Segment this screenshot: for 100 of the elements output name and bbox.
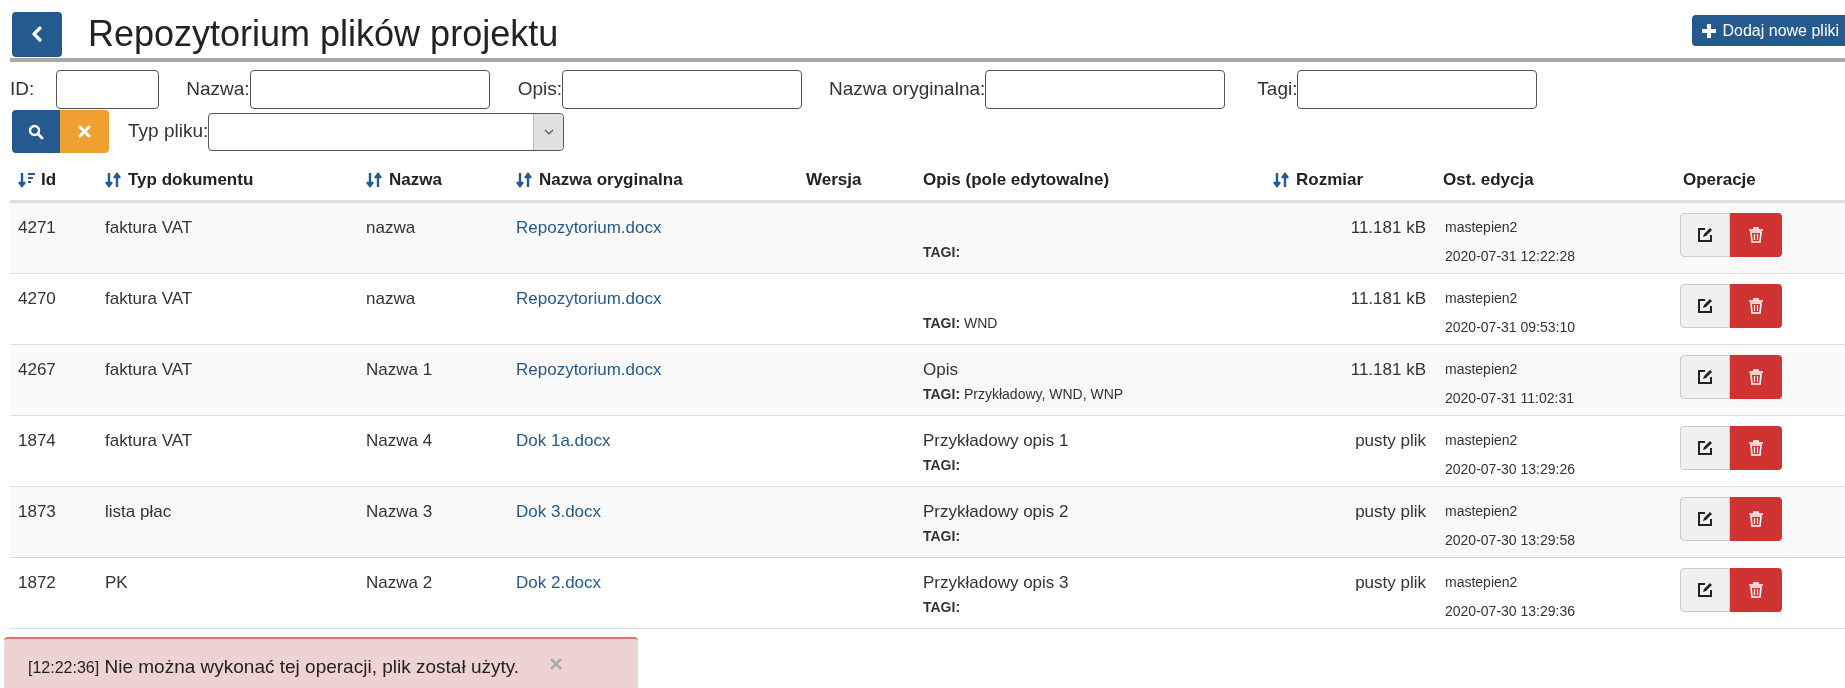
alert-message: [12:22:36] Nie można wykonać tej operacji, plik został użyty. — [28, 655, 520, 679]
sort-icon[interactable] — [516, 172, 533, 188]
file-size: pusty plik — [1355, 573, 1426, 592]
column-header[interactable]: Id — [41, 167, 57, 193]
table-cell: 4267 — [18, 360, 56, 379]
table-cell: faktura VAT — [105, 431, 193, 450]
description-text: Opis — [923, 359, 959, 381]
table-cell: Nazwa 2 — [366, 573, 433, 592]
table-cell: PK — [105, 573, 128, 592]
editor-name: mastepien2 — [1445, 360, 1519, 379]
column-header[interactable]: Nazwa — [389, 167, 442, 193]
search-button[interactable] — [12, 110, 60, 153]
back-button[interactable] — [12, 11, 62, 57]
edit-date: 2020-07-30 13:29:36 — [1445, 602, 1576, 621]
table-cell: Nazwa 1 — [366, 360, 433, 379]
search-icon — [28, 123, 44, 140]
table-cell: 4271 — [18, 218, 56, 237]
edit-button[interactable] — [1680, 497, 1730, 541]
tags-text: TAGI: — [923, 243, 962, 261]
sort-icon[interactable] — [366, 172, 383, 188]
file-link[interactable]: Repozytorium.docx — [516, 360, 662, 379]
filter-label: Opis: — [517, 76, 562, 101]
filter-input[interactable] — [985, 69, 1226, 109]
file-link[interactable]: Repozytorium.docx — [516, 218, 662, 237]
edit-button[interactable] — [1680, 213, 1730, 257]
file-type-select[interactable] — [208, 112, 565, 151]
chevron-down-icon — [543, 128, 554, 135]
table-cell: lista płac — [105, 502, 172, 521]
sort-icon[interactable] — [1273, 172, 1290, 188]
editor-name: mastepien2 — [1445, 289, 1519, 308]
filter-label: Nazwa oryginalna: — [829, 76, 986, 101]
trash-icon — [1749, 511, 1763, 527]
table-cell: 1874 — [18, 431, 56, 450]
file-link[interactable]: Dok 2.docx — [516, 573, 602, 592]
description-text: Przykładowy opis 1 — [923, 430, 1070, 452]
table-cell: 1872 — [18, 573, 56, 592]
file-size: 11.181 kB — [1350, 218, 1426, 237]
edit-date: 2020-07-31 11:02:31 — [1445, 389, 1575, 408]
trash-icon — [1749, 582, 1763, 598]
column-header[interactable]: Rozmiar — [1296, 167, 1364, 193]
filter-label: Typ pliku: — [128, 119, 209, 144]
filter-label: Nazwa: — [186, 76, 250, 101]
trash-icon — [1749, 369, 1763, 385]
plus-icon — [1702, 23, 1717, 38]
tags-text: TAGI: — [923, 456, 962, 474]
tags-text: TAGI: — [923, 527, 962, 545]
edit-icon — [1697, 440, 1713, 456]
description-text: Przykładowy opis 2 — [923, 501, 1070, 523]
trash-icon — [1749, 298, 1763, 314]
edit-date: 2020-07-31 09:53:10 — [1445, 318, 1576, 337]
filter-input[interactable] — [249, 69, 490, 109]
editor-name: mastepien2 — [1445, 218, 1519, 237]
edit-icon — [1697, 369, 1713, 385]
table-cell: nazwa — [366, 289, 416, 308]
file-size: 11.181 kB — [1350, 289, 1426, 308]
chevron-left-icon — [31, 26, 43, 42]
add-files-button[interactable]: Dodaj nowe pliki — [1692, 15, 1845, 46]
sort-descending-icon[interactable] — [18, 172, 35, 188]
file-size: 11.181 kB — [1350, 360, 1426, 379]
file-link[interactable]: Dok 3.docx — [516, 502, 602, 521]
filter-input[interactable] — [56, 69, 160, 109]
page-title: Repozytorium plików projektu — [88, 16, 559, 52]
file-size: pusty plik — [1355, 502, 1426, 521]
edit-date: 2020-07-31 12:22:28 — [1445, 247, 1576, 266]
edit-button[interactable] — [1680, 355, 1730, 399]
trash-icon — [1749, 227, 1763, 243]
edit-date: 2020-07-30 13:29:58 — [1445, 531, 1576, 550]
edit-icon — [1697, 227, 1713, 243]
edit-button[interactable] — [1680, 568, 1730, 612]
edit-icon — [1697, 511, 1713, 527]
filter-label: ID: — [10, 76, 35, 101]
description-text: Przykładowy opis 3 — [923, 572, 1070, 594]
file-size: pusty plik — [1355, 431, 1426, 450]
edit-icon — [1697, 298, 1713, 314]
column-header: Opis (pole edytowalne) — [923, 169, 1110, 192]
edit-icon — [1697, 582, 1713, 598]
sort-icon[interactable] — [105, 172, 122, 188]
tags-text: TAGI: Przykładowy, WND, WNP — [923, 385, 1125, 403]
trash-icon — [1749, 440, 1763, 456]
file-link[interactable]: Dok 1a.docx — [516, 431, 611, 450]
column-header[interactable]: Nazwa oryginalna — [539, 167, 683, 193]
editor-name: mastepien2 — [1445, 573, 1519, 592]
edit-button[interactable] — [1680, 426, 1730, 470]
column-header[interactable]: Typ dokumentu — [128, 167, 254, 193]
column-header: Ost. edycja — [1443, 169, 1534, 192]
table-cell: nazwa — [366, 218, 416, 237]
table-cell: faktura VAT — [105, 289, 193, 308]
editor-name: mastepien2 — [1445, 431, 1519, 450]
editor-name: mastepien2 — [1445, 502, 1519, 521]
table-cell: faktura VAT — [105, 360, 193, 379]
tags-text: TAGI: WND — [923, 314, 999, 332]
filter-input[interactable] — [562, 69, 802, 109]
column-header: Wersja — [806, 169, 862, 192]
filter-label: Tagi: — [1257, 76, 1298, 101]
table-cell: Nazwa 3 — [366, 502, 433, 521]
file-link[interactable]: Repozytorium.docx — [516, 289, 662, 308]
edit-button[interactable] — [1680, 284, 1730, 328]
filter-input[interactable] — [1297, 69, 1538, 109]
table-cell: 1873 — [18, 502, 56, 521]
close-icon — [78, 125, 91, 138]
